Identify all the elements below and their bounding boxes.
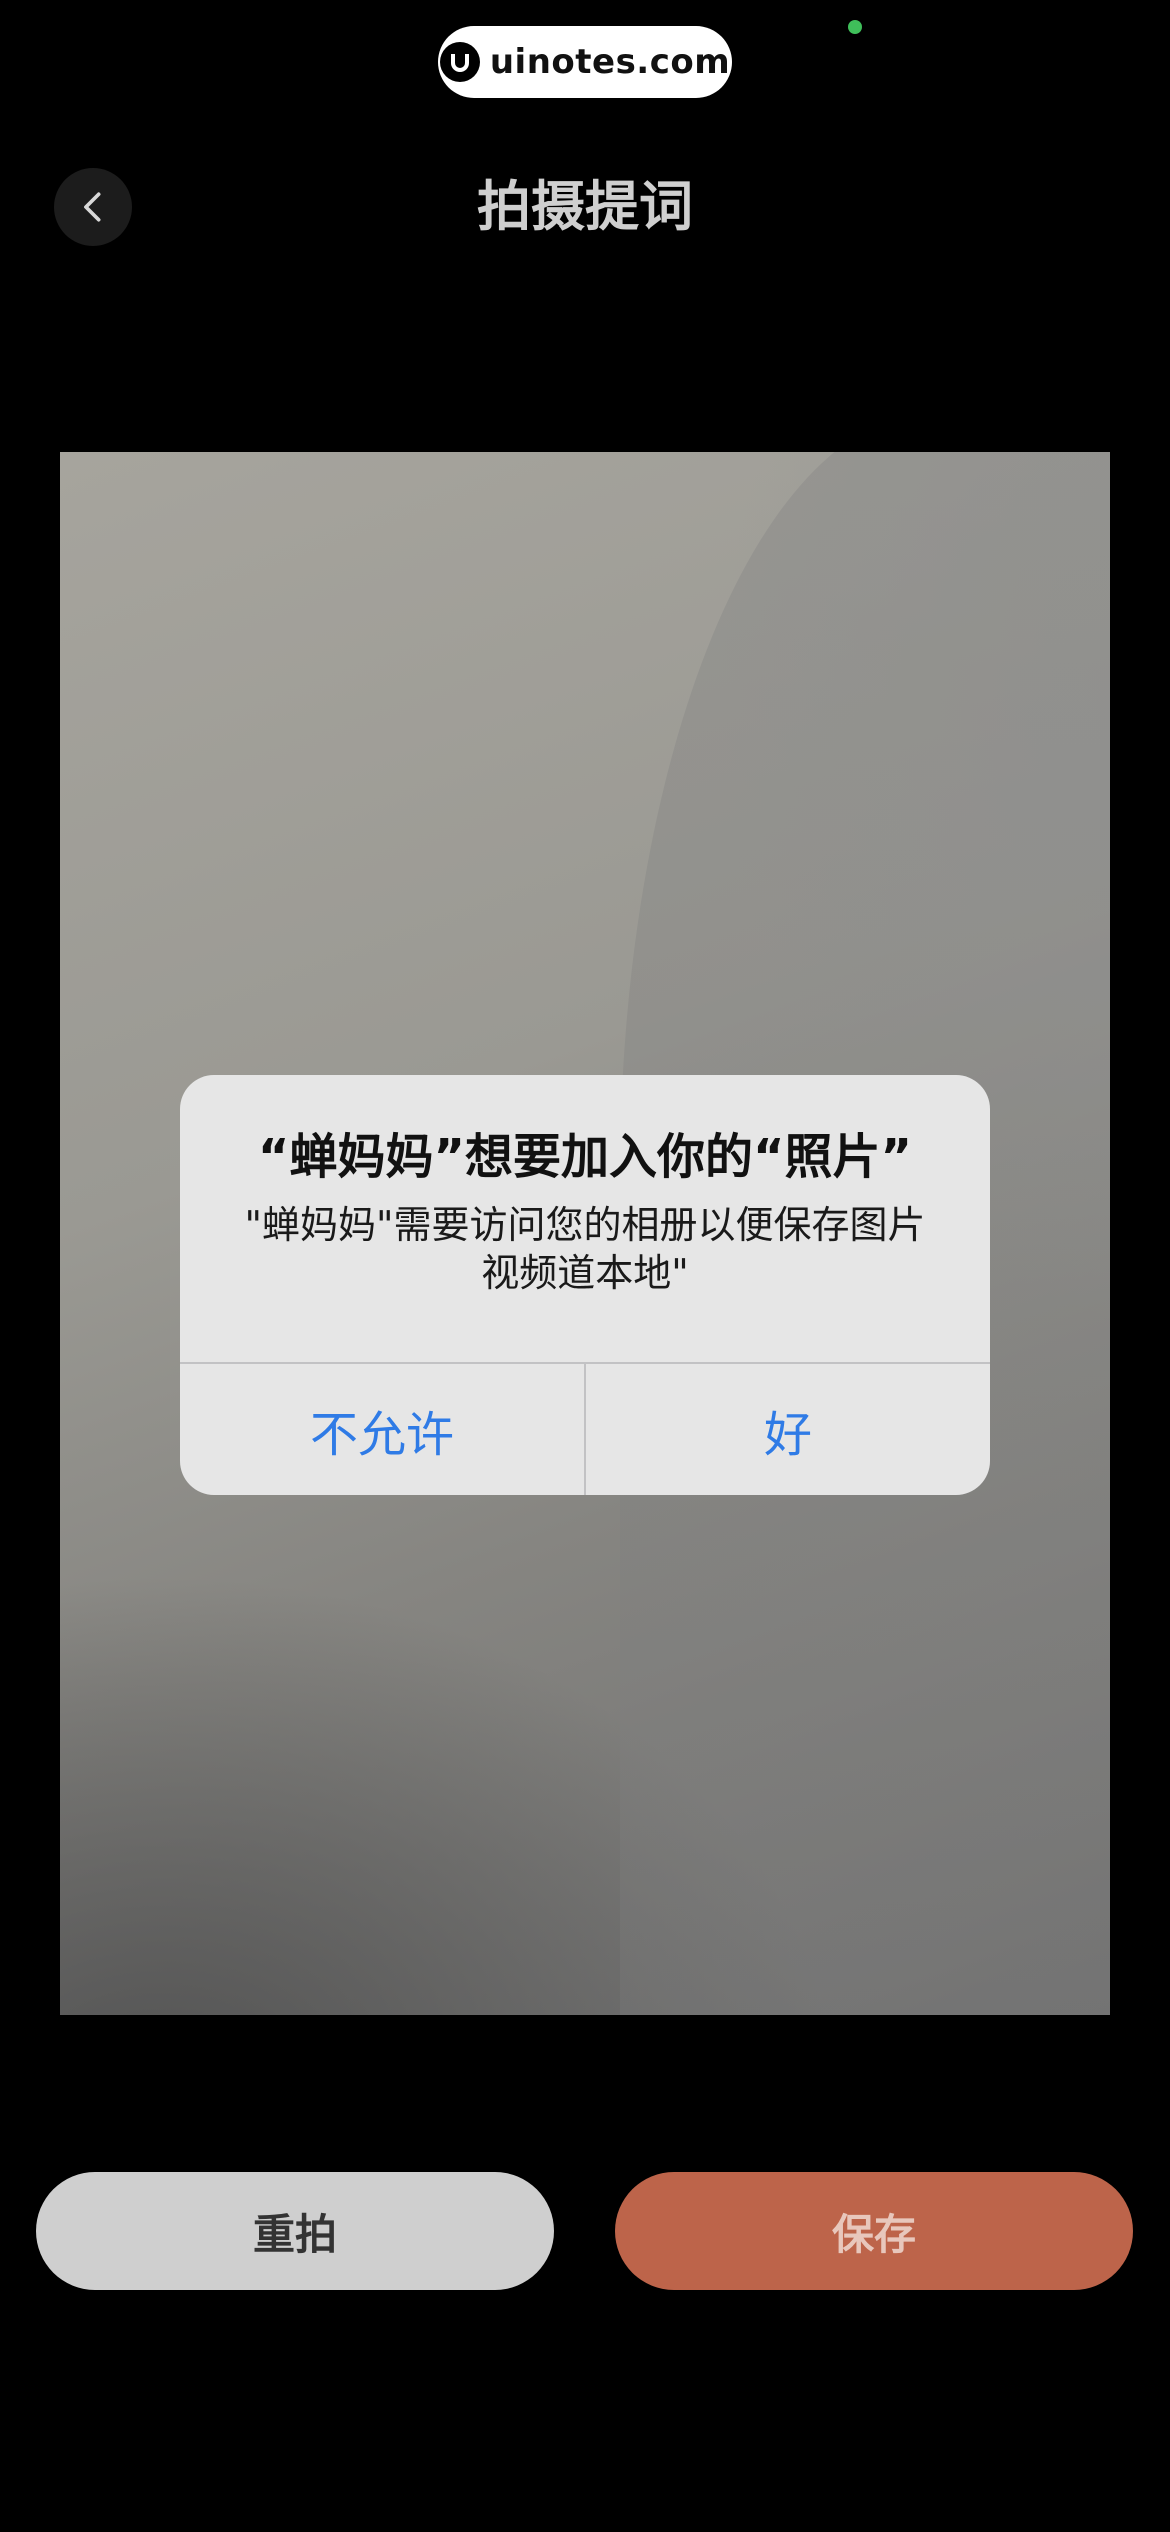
screen: uinotes.com 拍摄提词 “蝉妈妈”想要加入你的“照片” "蝉妈妈"需要…	[0, 0, 1170, 2532]
deny-button[interactable]: 不允许	[180, 1364, 584, 1495]
watermark-logo-icon	[439, 42, 480, 82]
privacy-indicator-dot	[848, 20, 862, 34]
watermark-text: uinotes.com	[489, 42, 731, 82]
retake-button[interactable]: 重拍	[36, 2172, 554, 2290]
permission-alert: “蝉妈妈”想要加入你的“照片” "蝉妈妈"需要访问您的相册以便保存图片 视频道本…	[180, 1075, 990, 1495]
alert-message-line-2: 视频道本地"	[481, 1251, 689, 1295]
page-title: 拍摄提词	[477, 175, 693, 238]
watermark: uinotes.com	[438, 26, 732, 98]
alert-title: “蝉妈妈”想要加入你的“照片”	[257, 1129, 913, 1185]
alert-message: "蝉妈妈"需要访问您的相册以便保存图片 视频道本地"	[220, 1201, 950, 1297]
allow-button[interactable]: 好	[586, 1364, 990, 1495]
alert-message-line-1: "蝉妈妈"需要访问您的相册以便保存图片	[244, 1203, 926, 1247]
save-button[interactable]: 保存	[615, 2172, 1133, 2290]
